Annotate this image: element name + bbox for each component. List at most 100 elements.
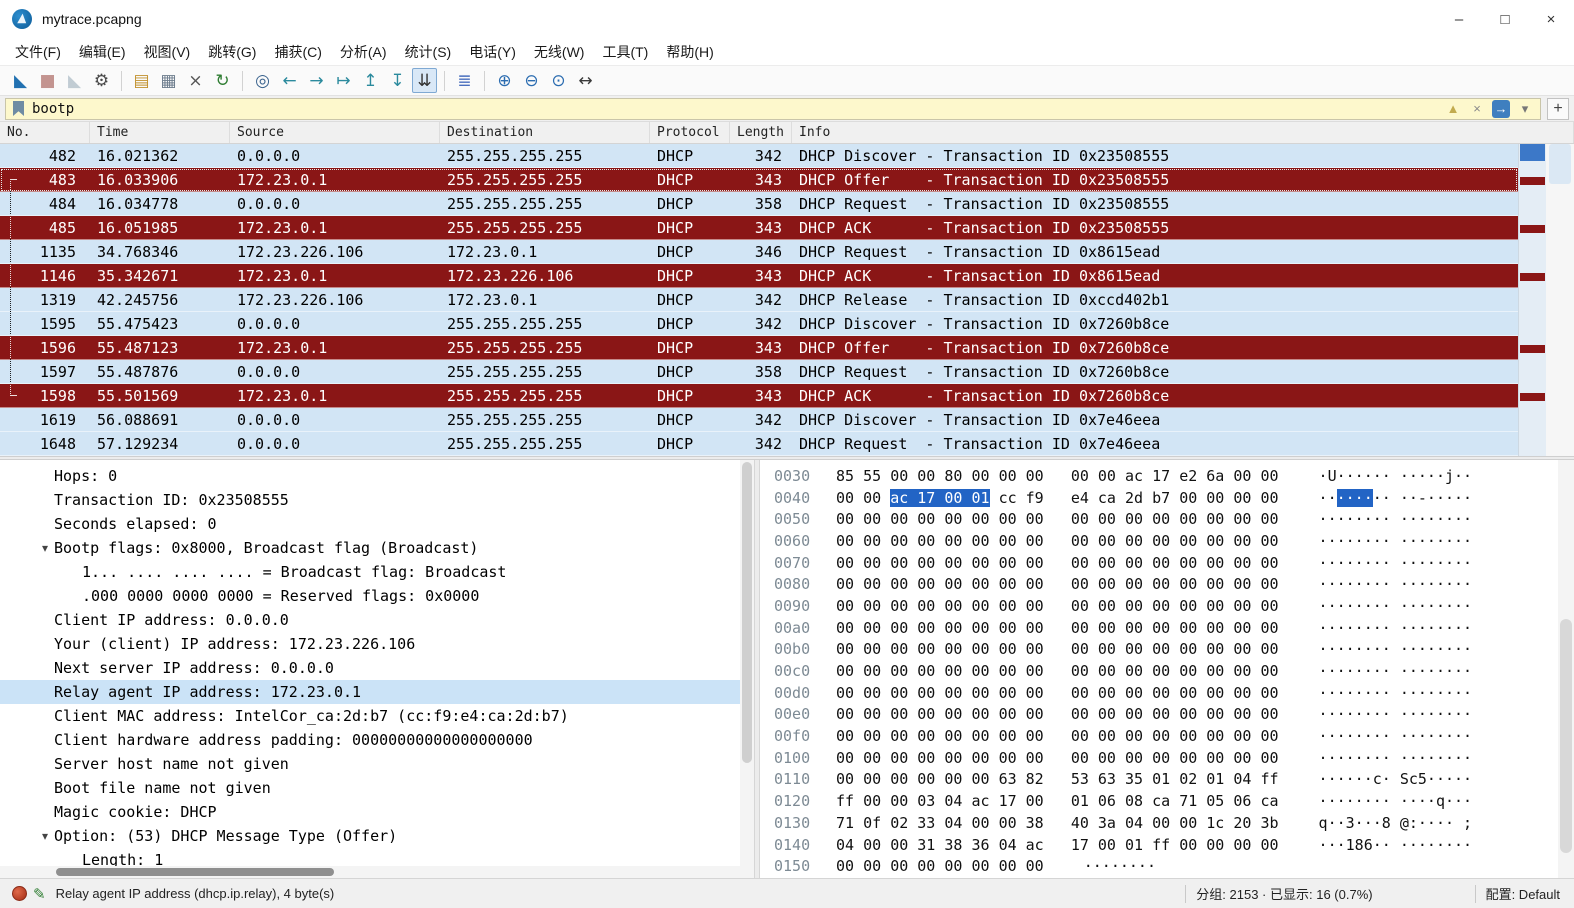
detail-row[interactable]: Your (client) IP address: 172.23.226.106 bbox=[0, 632, 740, 656]
menu-item[interactable]: 文件(F) bbox=[6, 38, 70, 66]
hex-scrollbar[interactable] bbox=[1558, 460, 1574, 878]
status-profile[interactable]: 配置: Default bbox=[1486, 884, 1566, 903]
hex-row[interactable]: 0150 00 00 00 00 00 00 00 00 ········ bbox=[760, 855, 1558, 877]
reload-file-button[interactable]: ↻ bbox=[210, 68, 235, 93]
packet-list-scrollbar-thumb[interactable] bbox=[1549, 144, 1571, 184]
column-header[interactable]: Source bbox=[230, 122, 440, 143]
detail-row[interactable]: 1... .... .... .... = Broadcast flag: Br… bbox=[0, 560, 740, 584]
hex-row[interactable]: 00b0 00 00 00 00 00 00 00 00 00 00 00 00 … bbox=[760, 639, 1558, 661]
detail-row[interactable]: Relay agent IP address: 172.23.0.1 bbox=[0, 680, 740, 704]
hex-row[interactable]: 0130 71 0f 02 33 04 00 00 38 40 3a 04 00 … bbox=[760, 812, 1558, 834]
column-header[interactable]: Time bbox=[90, 122, 230, 143]
menu-item[interactable]: 捕获(C) bbox=[265, 38, 330, 66]
hex-row[interactable]: 0040 00 00 ac 17 00 01 cc f9 e4 ca 2d b7 … bbox=[760, 487, 1558, 509]
packet-row[interactable]: 1619 56.088691 0.0.0.0 255.255.255.255 DHCP 3… bbox=[0, 408, 1518, 432]
column-header[interactable]: Destination bbox=[440, 122, 650, 143]
go-to-packet-button[interactable]: ↦ bbox=[331, 68, 356, 93]
hex-row[interactable]: 00e0 00 00 00 00 00 00 00 00 00 00 00 00 … bbox=[760, 704, 1558, 726]
filter-bookmark-icon[interactable] bbox=[13, 101, 24, 116]
hex-row[interactable]: 0060 00 00 00 00 00 00 00 00 00 00 00 00 … bbox=[760, 530, 1558, 552]
menu-item[interactable]: 编辑(E) bbox=[70, 38, 135, 66]
detail-row[interactable]: Transaction ID: 0x23508555 bbox=[0, 488, 740, 512]
menu-item[interactable]: 无线(W) bbox=[525, 38, 594, 66]
zoom-out-button[interactable]: ⊖ bbox=[519, 68, 544, 93]
go-forward-button[interactable]: → bbox=[304, 68, 329, 93]
hex-row[interactable]: 0080 00 00 00 00 00 00 00 00 00 00 00 00 … bbox=[760, 573, 1558, 595]
detail-row[interactable]: .000 0000 0000 0000 = Reserved flags: 0x… bbox=[0, 584, 740, 608]
packet-row[interactable]: 1135 34.768346 172.23.226.106 172.23.0.1 DHC… bbox=[0, 239, 1518, 264]
menu-item[interactable]: 电话(Y) bbox=[460, 38, 525, 66]
minimize-button[interactable]: – bbox=[1436, 0, 1482, 38]
expander-icon[interactable]: ▾ bbox=[36, 541, 54, 555]
find-packet-button[interactable]: ◎ bbox=[250, 68, 275, 93]
hex-row[interactable]: 00d0 00 00 00 00 00 00 00 00 00 00 00 00 … bbox=[760, 682, 1558, 704]
maximize-button[interactable]: □ bbox=[1482, 0, 1528, 38]
detail-row[interactable]: ▾ Bootp flags: 0x8000, Broadcast flag (Br… bbox=[0, 536, 740, 560]
detail-row[interactable]: Client MAC address: IntelCor_ca:2d:b7 (c… bbox=[0, 704, 740, 728]
details-horizontal-scrollbar[interactable] bbox=[0, 866, 740, 878]
detail-row[interactable]: Length: 1 bbox=[0, 848, 740, 866]
packet-row[interactable]: 1319 42.245756 172.23.226.106 172.23.0.1 DHC… bbox=[0, 287, 1518, 312]
detail-row[interactable]: Hops: 0 bbox=[0, 464, 740, 488]
hex-row[interactable]: 0070 00 00 00 00 00 00 00 00 00 00 00 00 … bbox=[760, 552, 1558, 574]
go-last-packet-button[interactable]: ↧ bbox=[385, 68, 410, 93]
stop-capture-button[interactable]: ■ bbox=[35, 68, 60, 93]
colorize-toggle[interactable]: ≣ bbox=[452, 68, 477, 93]
detail-row[interactable]: Server host name not given bbox=[0, 752, 740, 776]
hex-row[interactable]: 00f0 00 00 00 00 00 00 00 00 00 00 00 00 … bbox=[760, 725, 1558, 747]
capture-options-button[interactable]: ⚙ bbox=[89, 68, 114, 93]
packet-row[interactable]: 1597 55.487876 0.0.0.0 255.255.255.255 DHCP 3… bbox=[0, 359, 1518, 384]
display-filter-input[interactable] bbox=[32, 98, 1444, 119]
zoom-in-button[interactable]: ⊕ bbox=[492, 68, 517, 93]
detail-row[interactable]: Magic cookie: DHCP bbox=[0, 800, 740, 824]
packet-row[interactable]: 1595 55.475423 0.0.0.0 255.255.255.255 DHCP 3… bbox=[0, 311, 1518, 336]
menu-item[interactable]: 统计(S) bbox=[396, 38, 461, 66]
filter-apply-icon[interactable]: → bbox=[1492, 99, 1510, 118]
hex-row[interactable]: 0050 00 00 00 00 00 00 00 00 00 00 00 00 … bbox=[760, 508, 1558, 530]
detail-row[interactable]: ▾ Option: (53) DHCP Message Type (Offer) bbox=[0, 824, 740, 848]
menu-item[interactable]: 跳转(G) bbox=[199, 38, 265, 66]
expander-icon[interactable]: ▾ bbox=[36, 829, 54, 843]
packet-row[interactable]: 484 16.034778 0.0.0.0 255.255.255.255 DHCP 35… bbox=[0, 191, 1518, 216]
detail-row[interactable]: Next server IP address: 0.0.0.0 bbox=[0, 656, 740, 680]
details-vertical-scrollbar[interactable] bbox=[740, 460, 754, 878]
capture-comment-icon[interactable]: ✎ bbox=[33, 885, 46, 903]
hex-row[interactable]: 0090 00 00 00 00 00 00 00 00 00 00 00 00 … bbox=[760, 595, 1558, 617]
packet-row[interactable]: 1596 55.487123 172.23.0.1 255.255.255.255 DH… bbox=[0, 335, 1518, 360]
packet-row[interactable]: 1598 55.501569 172.23.0.1 255.255.255.255 DH… bbox=[0, 383, 1518, 408]
details-vertical-scrollbar-thumb[interactable] bbox=[742, 462, 752, 763]
details-horizontal-scrollbar-thumb[interactable] bbox=[56, 868, 334, 876]
column-header[interactable]: No. bbox=[0, 122, 90, 143]
menu-item[interactable]: 帮助(H) bbox=[657, 38, 722, 66]
hex-row[interactable]: 00c0 00 00 00 00 00 00 00 00 00 00 00 00 … bbox=[760, 660, 1558, 682]
expert-info-icon[interactable] bbox=[12, 886, 27, 901]
packet-row[interactable]: 1146 35.342671 172.23.0.1 172.23.226.106 DHC… bbox=[0, 263, 1518, 288]
close-button[interactable]: × bbox=[1528, 0, 1574, 38]
detail-row[interactable]: Boot file name not given bbox=[0, 776, 740, 800]
column-header[interactable]: Protocol bbox=[650, 122, 730, 143]
hex-row[interactable]: 0140 04 00 00 31 38 36 04 ac 17 00 01 ff … bbox=[760, 834, 1558, 856]
restart-capture-button[interactable]: ◣ bbox=[62, 68, 87, 93]
menu-item[interactable]: 工具(T) bbox=[593, 38, 657, 66]
open-file-button[interactable]: ▤ bbox=[129, 68, 154, 93]
packet-minimap[interactable] bbox=[1518, 144, 1546, 456]
filter-warning-icon[interactable]: ▲ bbox=[1444, 100, 1462, 118]
packet-row[interactable]: 485 16.051985 172.23.0.1 255.255.255.255 DHC… bbox=[0, 215, 1518, 240]
add-filter-button[interactable]: + bbox=[1547, 97, 1569, 120]
packet-row[interactable]: 483 16.033906 172.23.0.1 255.255.255.255 DHC… bbox=[0, 168, 1518, 192]
packet-row[interactable]: 482 16.021362 0.0.0.0 255.255.255.255 DHCP 34… bbox=[0, 144, 1518, 168]
resize-columns-button[interactable]: ↔ bbox=[573, 68, 598, 93]
close-file-button[interactable]: × bbox=[183, 68, 208, 93]
packet-row[interactable]: 1648 57.129234 0.0.0.0 255.255.255.255 DHCP 3… bbox=[0, 432, 1518, 456]
filter-clear-icon[interactable]: × bbox=[1468, 100, 1486, 118]
start-capture-button[interactable]: ◣ bbox=[8, 68, 33, 93]
hex-row[interactable]: 00a0 00 00 00 00 00 00 00 00 00 00 00 00 … bbox=[760, 617, 1558, 639]
menu-item[interactable]: 视图(V) bbox=[135, 38, 200, 66]
go-first-packet-button[interactable]: ↥ bbox=[358, 68, 383, 93]
save-file-button[interactable]: ▦ bbox=[156, 68, 181, 93]
go-back-button[interactable]: ← bbox=[277, 68, 302, 93]
hex-scrollbar-thumb[interactable] bbox=[1560, 618, 1572, 853]
detail-row[interactable]: Client IP address: 0.0.0.0 bbox=[0, 608, 740, 632]
hex-row[interactable]: 0110 00 00 00 00 00 00 63 82 53 63 35 01 … bbox=[760, 769, 1558, 791]
minimap-thumb[interactable] bbox=[1520, 144, 1545, 161]
